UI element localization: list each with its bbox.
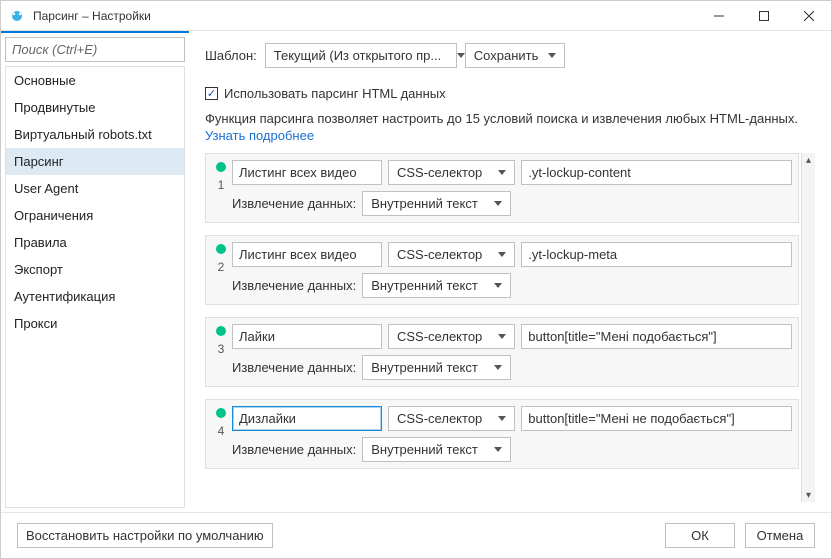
cancel-button[interactable]: Отмена: [745, 523, 815, 548]
rule-index-col: 1: [210, 160, 232, 216]
rule-index: 2: [218, 260, 225, 274]
rule-index-col: 4: [210, 406, 232, 462]
restore-defaults-button[interactable]: Восстановить настройки по умолчанию: [17, 523, 273, 548]
chevron-down-icon: [498, 416, 506, 421]
settings-window: Парсинг – Настройки Поиск (Ctrl+E) Основ…: [0, 0, 832, 559]
parsing-rule: 3 ЛайкиCSS-селекторbutton[title="Мені под…: [205, 317, 799, 387]
sidebar-item[interactable]: Ограничения: [6, 202, 184, 229]
extract-mode-select[interactable]: Внутренний текст: [362, 273, 511, 298]
chevron-down-icon: [498, 334, 506, 339]
chevron-down-icon: [494, 447, 502, 452]
scroll-down-icon[interactable]: ▾: [802, 488, 815, 502]
selector-type-select[interactable]: CSS-селектор: [388, 160, 515, 185]
sidebar-item[interactable]: Правила: [6, 229, 184, 256]
status-dot-icon: [216, 162, 226, 172]
chevron-down-icon: [498, 170, 506, 175]
maximize-button[interactable]: [741, 1, 786, 31]
chevron-down-icon: [494, 283, 502, 288]
rules-list: 1Листинг всех видеоCSS-селектор.yt-locku…: [205, 153, 799, 502]
rule-name-input[interactable]: Листинг всех видео: [232, 242, 382, 267]
sidebar-item[interactable]: User Agent: [6, 175, 184, 202]
sidebar-item[interactable]: Парсинг: [6, 148, 184, 175]
status-dot-icon: [216, 326, 226, 336]
sidebar-list: Основные Продвинутые Виртуальный robots.…: [5, 66, 185, 508]
sidebar-item[interactable]: Прокси: [6, 310, 184, 337]
extract-mode-select[interactable]: Внутренний текст: [362, 437, 511, 462]
learn-more-link[interactable]: Узнать подробнее: [205, 128, 815, 143]
extract-label: Извлечение данных:: [232, 442, 356, 457]
status-dot-icon: [216, 408, 226, 418]
rule-index: 1: [218, 178, 225, 192]
template-value: Текущий (Из открытого пр...: [274, 48, 441, 63]
rule-name-input[interactable]: Листинг всех видео: [232, 160, 382, 185]
chevron-down-icon: [498, 252, 506, 257]
sidebar-item[interactable]: Продвинутые: [6, 94, 184, 121]
description-text: Функция парсинга позволяет настроить до …: [205, 111, 815, 126]
save-label: Сохранить: [474, 48, 539, 63]
parsing-rule: 2 Листинг всех видеоCSS-селектор.yt-locku…: [205, 235, 799, 305]
selector-type-select[interactable]: CSS-селектор: [388, 324, 515, 349]
extract-mode-select[interactable]: Внутренний текст: [362, 355, 511, 380]
extract-label: Извлечение данных:: [232, 278, 356, 293]
enable-parsing-label: Использовать парсинг HTML данных: [224, 86, 446, 101]
titlebar: Парсинг – Настройки: [1, 1, 831, 31]
sidebar-item[interactable]: Основные: [6, 67, 184, 94]
selector-type-select[interactable]: CSS-селектор: [388, 242, 515, 267]
sidebar: Поиск (Ctrl+E) Основные Продвинутые Вирт…: [1, 31, 189, 512]
save-template-button[interactable]: Сохранить: [465, 43, 566, 68]
rule-name-input[interactable]: Дизлайки: [232, 406, 382, 431]
rule-index: 3: [218, 342, 225, 356]
footer: Восстановить настройки по умолчанию ОК О…: [1, 512, 831, 558]
chevron-down-icon: [494, 201, 502, 206]
status-dot-icon: [216, 244, 226, 254]
extract-label: Извлечение данных:: [232, 196, 356, 211]
scroll-up-icon[interactable]: ▴: [802, 153, 815, 167]
template-label: Шаблон:: [205, 48, 257, 63]
window-title: Парсинг – Настройки: [33, 9, 151, 23]
selector-value-input[interactable]: .yt-lockup-content: [521, 160, 792, 185]
enable-parsing-checkbox[interactable]: ✓: [205, 87, 218, 100]
selector-value-input[interactable]: button[title="Мені не подобається"]: [521, 406, 792, 431]
rule-index-col: 3: [210, 324, 232, 380]
selector-value-input[interactable]: button[title="Мені подобається"]: [521, 324, 792, 349]
minimize-button[interactable]: [696, 1, 741, 31]
app-icon: [9, 8, 25, 24]
selector-type-select[interactable]: CSS-селектор: [388, 406, 515, 431]
selector-value-input[interactable]: .yt-lockup-meta: [521, 242, 792, 267]
parsing-rule: 4 ДизлайкиCSS-селекторbutton[title="Мені …: [205, 399, 799, 469]
chevron-down-icon: [548, 53, 556, 58]
parsing-rule: 1 Листинг всех видеоCSS-селектор.yt-locku…: [205, 153, 799, 223]
extract-mode-select[interactable]: Внутренний текст: [362, 191, 511, 216]
extract-label: Извлечение данных:: [232, 360, 356, 375]
ok-button[interactable]: ОК: [665, 523, 735, 548]
sidebar-item[interactable]: Аутентификация: [6, 283, 184, 310]
sidebar-item[interactable]: Виртуальный robots.txt: [6, 121, 184, 148]
chevron-down-icon: [494, 365, 502, 370]
template-select[interactable]: Текущий (Из открытого пр...: [265, 43, 457, 68]
scrollbar[interactable]: ▴ ▾: [801, 153, 815, 502]
rule-name-input[interactable]: Лайки: [232, 324, 382, 349]
main-panel: Шаблон: Текущий (Из открытого пр... Сохр…: [189, 31, 831, 512]
search-input[interactable]: Поиск (Ctrl+E): [5, 37, 185, 62]
rule-index: 4: [218, 424, 225, 438]
close-button[interactable]: [786, 1, 831, 31]
rule-index-col: 2: [210, 242, 232, 298]
sidebar-item[interactable]: Экспорт: [6, 256, 184, 283]
